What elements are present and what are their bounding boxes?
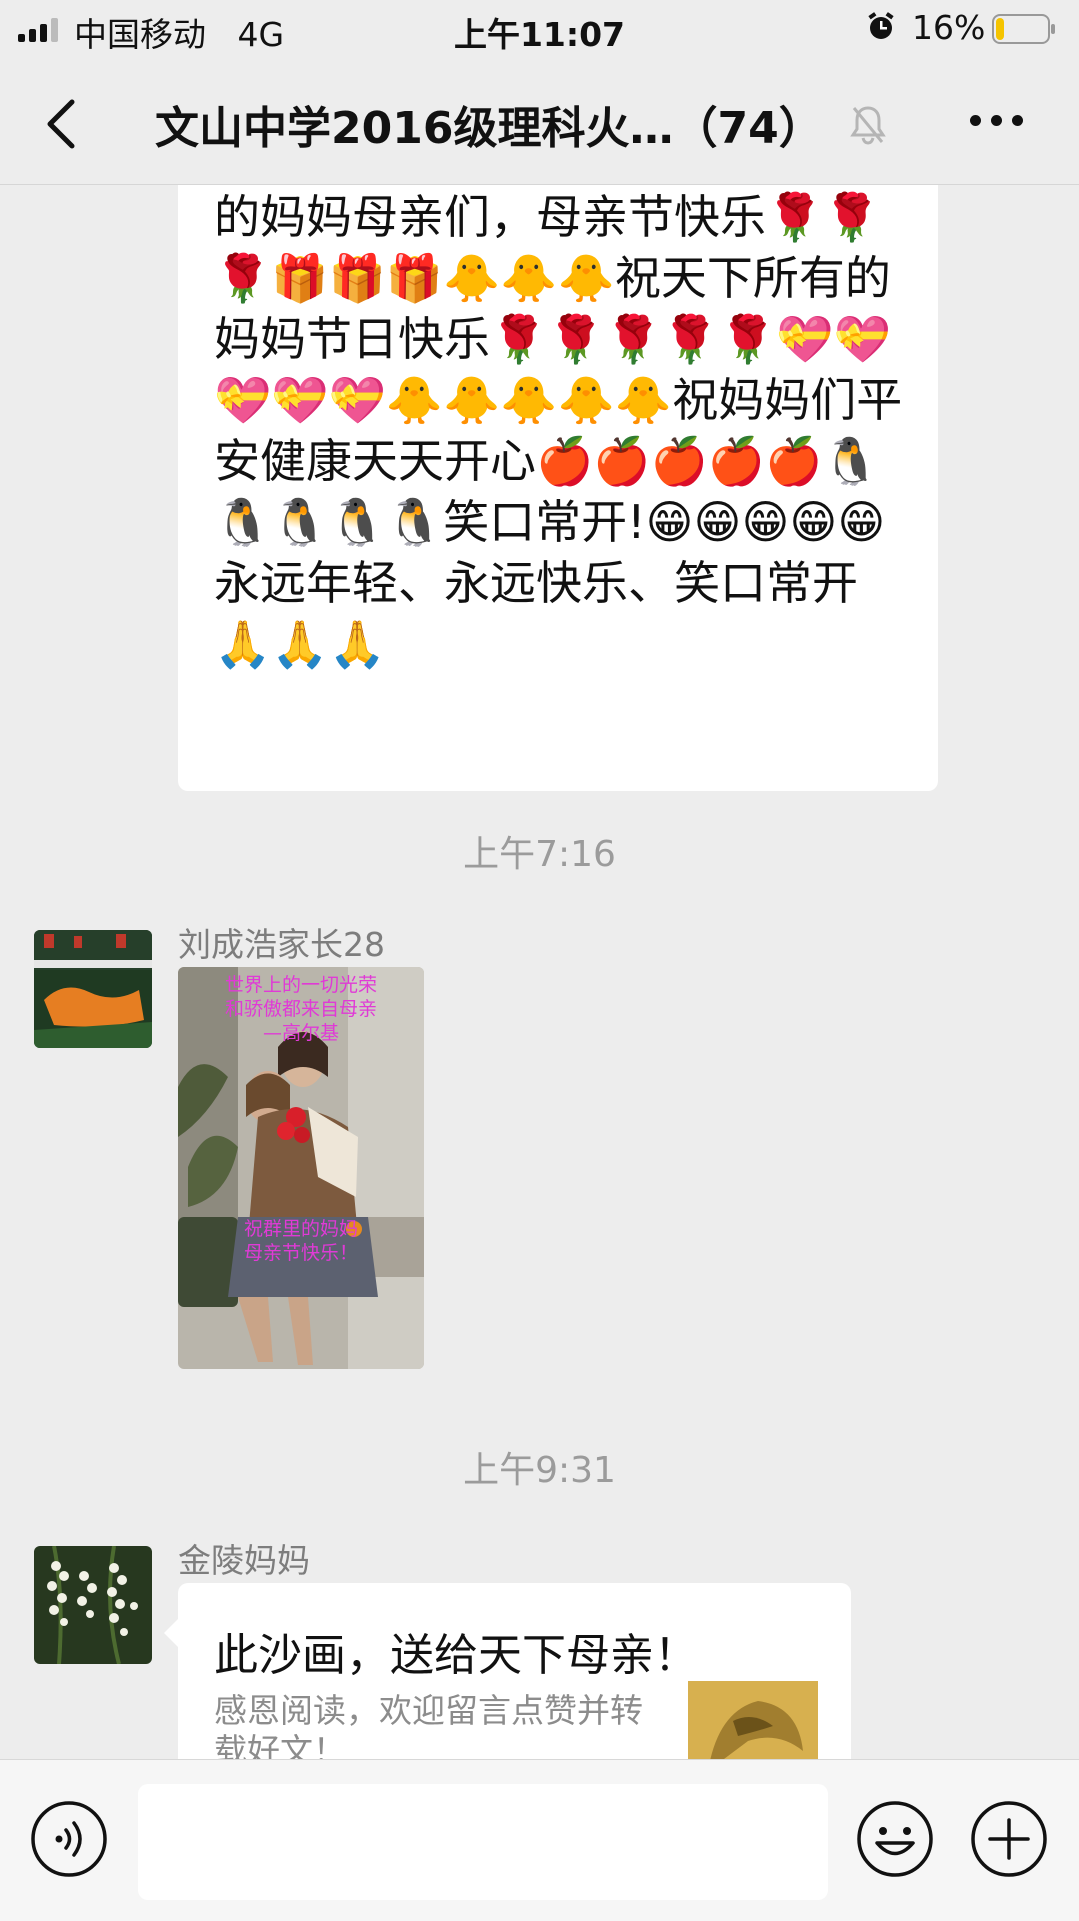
plus-icon[interactable]: [970, 1800, 1048, 1878]
input-toolbar: [0, 1759, 1079, 1921]
sender-name: 金陵妈妈: [178, 1541, 310, 1580]
message-timestamp: 上午9:31: [463, 1450, 616, 1491]
chat-message-list[interactable]: 的妈妈母亲们，母亲节快乐🌹🌹🌹🎁🎁🎁🐥🐥🐥祝天下所有的妈妈节日快乐🌹🌹🌹🌹🌹💝💝…: [0, 185, 1079, 1759]
avatar[interactable]: [34, 1546, 152, 1664]
emoji-icon[interactable]: [856, 1800, 934, 1878]
more-options-icon[interactable]: [970, 112, 1026, 128]
battery-icon: [992, 14, 1055, 44]
link-card-message[interactable]: 此沙画，送给天下母亲！ 感恩阅读，欢迎留言点赞并转载好文！: [164, 1583, 851, 1759]
link-card-description: 感恩阅读，欢迎留言点赞并转载好文！: [214, 1691, 643, 1759]
voice-input-icon[interactable]: [30, 1800, 108, 1878]
back-arrow-icon[interactable]: [44, 98, 78, 150]
image-caption-bottom: 祝群里的妈妈 母亲节快乐！: [243, 1218, 358, 1264]
message-text: 的妈妈母亲们，母亲节快乐🌹🌹🌹🎁🎁🎁🐥🐥🐥祝天下所有的妈妈节日快乐🌹🌹🌹🌹🌹💝💝…: [214, 190, 903, 671]
link-card-thumbnail: [688, 1681, 818, 1759]
sender-name: 刘成浩家长28: [178, 925, 385, 964]
message-bubble-text[interactable]: 的妈妈母亲们，母亲节快乐🌹🌹🌹🎁🎁🎁🐥🐥🐥祝天下所有的妈妈节日快乐🌹🌹🌹🌹🌹💝💝…: [178, 185, 938, 791]
avatar[interactable]: [34, 930, 152, 1048]
image-caption-top: 世界上的一切光荣 和骄傲都来自母亲 —高尔基: [224, 974, 377, 1044]
alarm-clock-icon: [868, 12, 894, 39]
message-timestamp: 上午7:16: [463, 834, 616, 875]
chat-header: 文山中学2016级理科火…（74）: [0, 60, 1079, 185]
status-bar: 中国移动 4G 上午11:07 16%: [0, 0, 1079, 60]
link-card-title: 此沙画，送给天下母亲！: [214, 1630, 698, 1681]
message-image[interactable]: 世界上的一切光荣 和骄傲都来自母亲 —高尔基 祝群里的妈妈 母亲节快乐！: [178, 967, 424, 1369]
chat-title: 文山中学2016级理科火…（74）: [155, 103, 823, 154]
message-input[interactable]: [138, 1784, 828, 1900]
battery-percentage: 16%: [912, 8, 986, 47]
muted-bell-icon: [850, 106, 886, 145]
